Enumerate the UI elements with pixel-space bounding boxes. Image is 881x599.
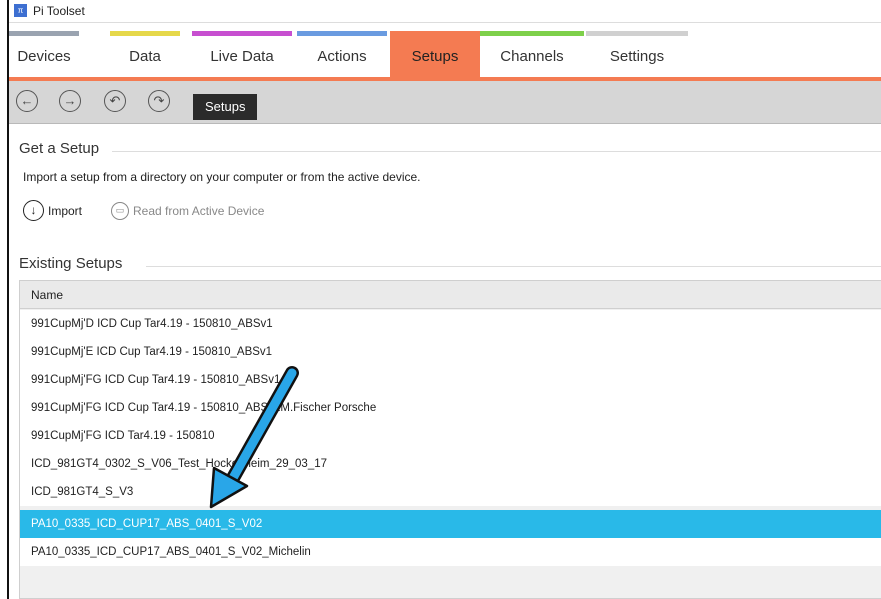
table-row[interactable]: 991CupMj'E ICD Cup Tar4.19 - 150810_ABSv… xyxy=(20,338,881,366)
tab-color-strip xyxy=(586,31,688,36)
navigation-toolbar: ← → ↶ ↷ Setups xyxy=(9,81,881,124)
setups-table: Name 991CupMj'D ICD Cup Tar4.19 - 150810… xyxy=(19,280,881,599)
tab-label: Data xyxy=(129,48,161,65)
column-header-name[interactable]: Name xyxy=(20,281,881,309)
table-row[interactable]: ICD_981GT4_0302_S_V06_Test_Hockenheim_29… xyxy=(20,450,881,478)
tab-label: Live Data xyxy=(210,48,274,65)
tab-label: Settings xyxy=(609,48,665,65)
tab-live-data[interactable]: Live Data xyxy=(192,31,292,77)
tab-label: Setups xyxy=(411,48,459,65)
existing-setups-title: Existing Setups xyxy=(19,255,123,272)
tab-data[interactable]: Data xyxy=(110,31,180,77)
get-setup-description: Import a setup from a directory on your … xyxy=(23,170,421,184)
import-button[interactable]: ↓ Import xyxy=(23,200,82,221)
tab-label: Devices xyxy=(17,48,71,65)
main-tabs: Devices Data Live Data Actions Setups Ch… xyxy=(9,31,881,77)
tab-actions[interactable]: Actions xyxy=(297,31,387,77)
tab-color-strip xyxy=(297,31,387,36)
table-row[interactable]: 991CupMj'D ICD Cup Tar4.19 - 150810_ABSv… xyxy=(20,310,881,338)
window-title: Pi Toolset xyxy=(33,4,85,18)
table-row[interactable]: 991CupMj'FG ICD Cup Tar4.19 - 150810_ABS… xyxy=(20,394,881,422)
tab-color-strip xyxy=(480,31,584,36)
get-setup-title: Get a Setup xyxy=(19,140,100,157)
section-divider xyxy=(146,266,881,267)
app-icon: π xyxy=(14,4,27,17)
tab-color-strip xyxy=(110,31,180,36)
title-bar: π Pi Toolset xyxy=(9,0,881,23)
tab-label: Channels xyxy=(500,48,564,65)
section-divider xyxy=(112,151,881,152)
import-download-icon: ↓ xyxy=(23,200,44,221)
tab-label: Actions xyxy=(317,48,367,65)
tab-channels[interactable]: Channels xyxy=(480,31,584,77)
tab-color-strip xyxy=(9,31,79,36)
table-row[interactable]: PA10_0335_ICD_CUP17_ABS_0401_S_V02_Miche… xyxy=(20,538,881,566)
read-from-device-label: Read from Active Device xyxy=(133,204,265,218)
forward-arrow-icon[interactable]: → xyxy=(59,90,81,112)
table-row-selected[interactable]: PA10_0335_ICD_CUP17_ABS_0401_S_V02 xyxy=(20,510,881,538)
read-from-active-device-button[interactable]: ▭ Read from Active Device xyxy=(111,202,264,220)
import-label: Import xyxy=(48,203,83,218)
table-row[interactable]: ICD_981GT4_S_V3 xyxy=(20,478,881,506)
back-arrow-icon[interactable]: ← xyxy=(16,90,38,112)
table-row[interactable]: 991CupMj'FG ICD Cup Tar4.19 - 150810_ABS… xyxy=(20,366,881,394)
redo-icon[interactable]: ↷ xyxy=(148,90,170,112)
breadcrumb-setups[interactable]: Setups xyxy=(193,94,258,120)
tab-setups[interactable]: Setups xyxy=(390,31,480,77)
undo-icon[interactable]: ↶ xyxy=(104,90,126,112)
tab-settings[interactable]: Settings xyxy=(586,31,688,77)
table-row[interactable]: 991CupMj'FG ICD Tar4.19 - 150810 xyxy=(20,422,881,450)
tab-color-strip xyxy=(192,31,292,36)
tab-devices[interactable]: Devices xyxy=(9,31,79,77)
read-device-icon: ▭ xyxy=(111,202,129,220)
